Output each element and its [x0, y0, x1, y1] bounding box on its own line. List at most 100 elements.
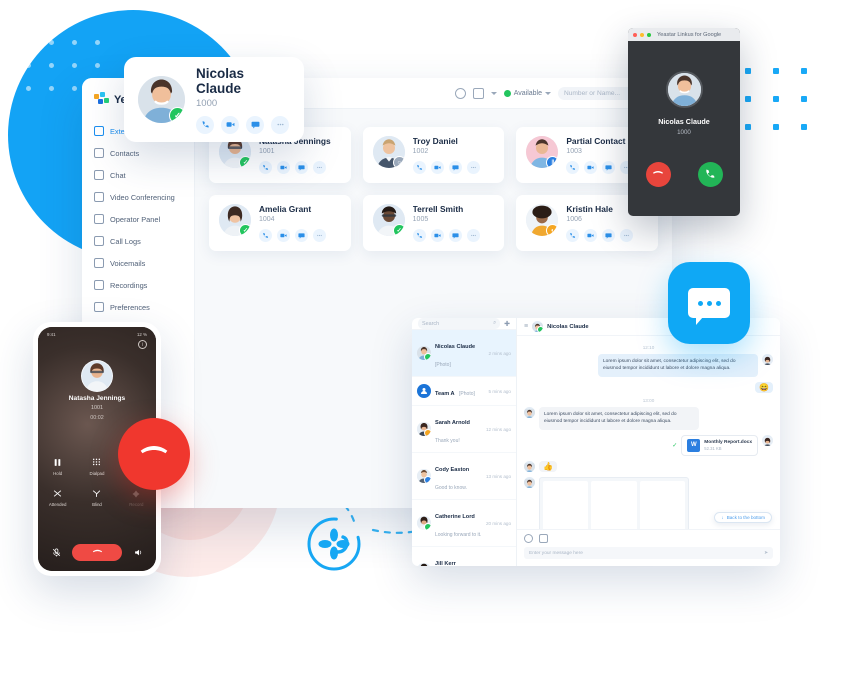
chat-thread-item[interactable]: Catherine Lord Looking forward to it. 20… [412, 500, 516, 547]
back-to-bottom-button[interactable]: ↓ Back to the bottom [714, 512, 772, 523]
chat-thread-item[interactable]: Cody Easton Good to know. 13 mins ago [412, 453, 516, 500]
video-icon[interactable] [277, 161, 290, 174]
chat-thread-item[interactable]: Nicolas Claude [Photo] 2 mins ago [412, 330, 516, 377]
caller-name: Nicolas Claude [658, 116, 710, 126]
call-icon[interactable] [412, 229, 426, 242]
file-attachment[interactable]: W Monthly Report.docx 52.31 KB [681, 434, 758, 456]
avatar [524, 460, 535, 472]
emoji-icon[interactable] [524, 534, 533, 543]
speaker-icon[interactable] [131, 546, 145, 560]
more-icon[interactable] [313, 161, 326, 174]
sidebar-label: Contacts [110, 148, 140, 158]
sidebar-item-call-logs[interactable]: Call Logs [82, 230, 194, 252]
avatar [417, 516, 431, 530]
popup-contact-name: Nicolas Claude [196, 65, 245, 96]
thread-time: 5 mins ago [488, 388, 511, 394]
call-icon[interactable] [259, 229, 272, 242]
thread-time: 13 mins ago [485, 473, 511, 479]
chat-icon[interactable] [448, 229, 462, 242]
end-call-overlay-button[interactable] [118, 418, 190, 490]
minimize-icon[interactable] [640, 32, 644, 37]
thread-preview: Looking forward to it. [435, 532, 482, 538]
decline-call-button[interactable] [645, 161, 671, 187]
call-icon[interactable] [259, 161, 272, 174]
status-badge: ✓ [169, 107, 185, 123]
maximize-icon[interactable] [647, 32, 651, 37]
monitor-icon[interactable] [472, 87, 484, 99]
sidebar-item-contacts[interactable]: Contacts [82, 142, 194, 164]
sidebar-item-voicemails[interactable]: Voicemails [82, 252, 194, 274]
chat-icon[interactable] [602, 161, 616, 174]
chat-thread-item[interactable]: Team A [Photo] 5 mins ago [412, 377, 516, 406]
info-icon[interactable]: i [138, 340, 147, 349]
more-icon[interactable] [466, 229, 480, 242]
window-title: Yeastar Linkus for Google [657, 31, 722, 38]
avatar: ✓ [219, 204, 251, 236]
status-badge: ✓ [392, 224, 405, 236]
record-button[interactable]: Record [117, 488, 156, 507]
sidebar-item-recordings[interactable]: Recordings [82, 274, 194, 296]
more-icon[interactable] [271, 115, 289, 134]
sidebar-item-video-conferencing[interactable]: Video Conferencing [82, 186, 194, 208]
video-icon[interactable] [277, 229, 290, 242]
microphone-icon [94, 280, 104, 290]
close-icon[interactable] [633, 32, 637, 37]
avatar: ✓ [138, 76, 185, 123]
send-icon[interactable]: ➤ [764, 551, 768, 556]
video-icon[interactable] [584, 161, 598, 174]
floating-chat-icon[interactable] [668, 262, 750, 344]
decorative-dot-grid [745, 68, 807, 130]
attended-transfer-button[interactable]: Attended [38, 488, 77, 507]
help-icon[interactable] [454, 87, 466, 99]
chat-icon[interactable] [295, 161, 308, 174]
contact-card[interactable]: ○ Troy Daniel 1002 [362, 127, 505, 183]
more-icon[interactable] [620, 229, 634, 242]
chat-thread-item[interactable]: Jill Kerr Roger that. 28 mins ago [412, 547, 516, 566]
avatar [532, 321, 544, 332]
avatar [665, 70, 703, 108]
yeastar-logo-icon [94, 92, 110, 108]
video-icon[interactable] [430, 161, 444, 174]
image-attach-icon[interactable] [539, 534, 548, 543]
image-attachment[interactable] [539, 476, 689, 529]
presence-selector[interactable]: Available [503, 89, 551, 97]
sidebar-item-preferences[interactable]: Preferences [82, 296, 194, 318]
chat-thread-item[interactable]: Sarah Arnold Thank you! 12 mins ago [412, 406, 516, 453]
avatar [417, 384, 431, 398]
chat-icon[interactable] [246, 115, 264, 134]
chat-icon[interactable] [295, 229, 308, 242]
sidebar-item-chat[interactable]: Chat [82, 164, 194, 186]
call-icon[interactable] [566, 161, 580, 174]
dialpad-button[interactable]: Dialpad [77, 457, 116, 476]
call-icon[interactable] [412, 161, 426, 174]
contact-card[interactable]: ✓ Terrell Smith 1005 [362, 195, 505, 251]
call-icon[interactable] [196, 115, 214, 134]
avatar [417, 469, 431, 483]
video-icon[interactable] [221, 115, 239, 134]
sidebar-label: Preferences [110, 302, 150, 312]
blind-transfer-button[interactable]: Blind [77, 488, 116, 507]
message-input[interactable]: Enter your message here ➤ [524, 547, 773, 559]
contact-card[interactable]: ✓ Amelia Grant 1004 [209, 195, 351, 251]
answer-call-button[interactable] [697, 161, 723, 187]
thread-name: Team A [435, 391, 455, 397]
mute-icon[interactable] [49, 546, 63, 560]
search-input[interactable]: Search ⌕ [418, 318, 501, 329]
thread-name: Cody Easton [435, 467, 470, 473]
new-chat-icon[interactable]: ✚ [504, 320, 510, 328]
chat-icon[interactable] [448, 161, 462, 174]
more-icon[interactable] [313, 229, 326, 242]
phone-caller-name: Natasha Jennings [68, 395, 126, 402]
more-icon[interactable] [466, 161, 480, 174]
chevron-down-icon[interactable] [490, 91, 497, 95]
call-icon[interactable] [566, 229, 580, 242]
sidebar-item-operator-panel[interactable]: Operator Panel [82, 208, 194, 230]
end-call-button[interactable] [72, 544, 122, 561]
hold-button[interactable]: Hold [38, 457, 77, 476]
video-icon[interactable] [584, 229, 598, 242]
thread-name: Nicolas Claude [435, 344, 476, 350]
collapse-icon[interactable]: ≡ [524, 323, 528, 330]
chat-icon[interactable] [602, 229, 616, 242]
video-icon[interactable] [430, 229, 444, 242]
contact-name: Amelia Grant [259, 204, 312, 214]
